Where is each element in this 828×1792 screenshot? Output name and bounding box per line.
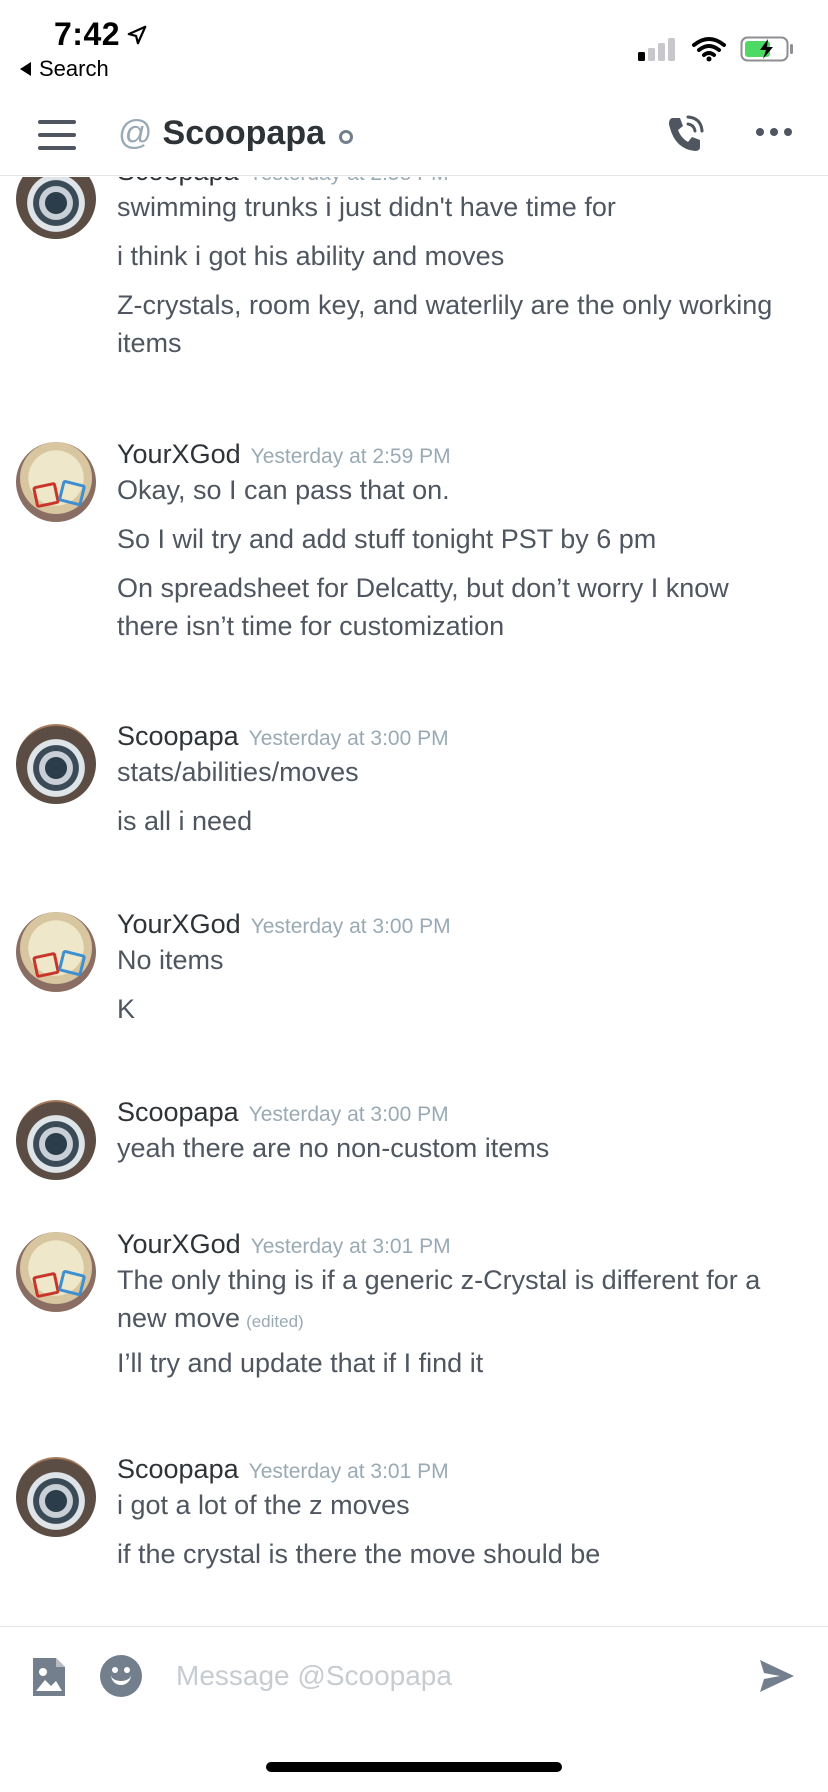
start-call-button[interactable] [664, 112, 708, 156]
message-text: Okay, so I can pass that on. [117, 475, 450, 505]
message-composer [0, 1626, 828, 1724]
message-list[interactable]: Scoopapa Yesterday at 2:58 PM swimming t… [0, 177, 828, 1625]
offline-status-icon [339, 129, 353, 144]
message-text: K [117, 994, 136, 1024]
author-name[interactable]: Scoopapa [117, 177, 239, 187]
author-name[interactable]: YourXGod [117, 439, 241, 470]
message-text: is all i need [117, 806, 253, 836]
scoopapa-avatar[interactable] [16, 724, 96, 804]
message-timestamp: Yesterday at 3:00 PM [248, 1103, 449, 1126]
togepi-avatar[interactable] [16, 912, 96, 992]
togepi-avatar[interactable] [16, 1232, 96, 1312]
at-icon: @ [118, 114, 153, 152]
message-text: On spreadsheet for Delcatty, but don’t w… [117, 573, 729, 641]
message-header: Scoopapa Yesterday at 3:00 PM [117, 721, 449, 752]
clock-time: 7:42 [54, 16, 121, 52]
menu-button[interactable] [38, 120, 76, 150]
dm-title: @ Scoopapa [118, 114, 353, 153]
back-to-search-label: Search [39, 56, 109, 81]
message-text: stats/abilities/moves [117, 757, 359, 787]
message-timestamp: Yesterday at 2:59 PM [250, 445, 451, 468]
message-text: No items [117, 945, 224, 975]
hamburger-bar [38, 133, 76, 137]
message-text: swimming trunks i just didn't have time … [117, 192, 616, 222]
back-triangle-icon [20, 62, 31, 76]
cellular-signal-icon [638, 38, 675, 61]
message-text: So I wil try and add stuff tonight PST b… [117, 524, 657, 554]
message-text: The only thing is if a generic z-Crystal… [117, 1261, 797, 1341]
author-name[interactable]: Scoopapa [117, 1454, 239, 1485]
message-header: Scoopapa Yesterday at 3:01 PM [117, 1454, 449, 1485]
message-header: Scoopapa Yesterday at 2:58 PM [117, 177, 449, 187]
message-text: I’ll try and update that if I find it [117, 1348, 484, 1378]
author-name[interactable]: Scoopapa [117, 1097, 239, 1128]
chat-header: @ Scoopapa [0, 100, 828, 176]
smile-icon [111, 1675, 131, 1685]
togepi-avatar[interactable] [16, 442, 96, 522]
message-text-content: The only thing is if a generic z-Crystal… [117, 1265, 761, 1333]
message-text: Z-crystals, room key, and waterlily are … [117, 290, 773, 358]
location-arrow-icon [127, 25, 147, 44]
author-name[interactable]: YourXGod [117, 1229, 241, 1260]
send-button[interactable] [758, 1657, 796, 1695]
channel-name: Scoopapa [162, 114, 325, 152]
more-dot [770, 128, 778, 136]
scoopapa-avatar[interactable] [16, 1100, 96, 1180]
scoopapa-avatar[interactable] [16, 177, 96, 239]
message-text: i think i got his ability and moves [117, 241, 505, 271]
message-input[interactable] [176, 1649, 736, 1703]
edited-label: (edited) [246, 1312, 304, 1331]
message-timestamp: Yesterday at 3:00 PM [248, 727, 449, 750]
author-name[interactable]: Scoopapa [117, 721, 239, 752]
back-to-search-link[interactable]: Search [20, 56, 109, 82]
emoji-button[interactable] [100, 1655, 142, 1697]
author-name[interactable]: YourXGod [117, 909, 241, 940]
status-bar: 7:42 Search [0, 0, 828, 100]
message-text: i got a lot of the z moves [117, 1490, 410, 1520]
battery-charging-icon [740, 36, 793, 62]
wifi-icon [692, 37, 726, 62]
clock: 7:42 [54, 16, 148, 53]
message-header: YourXGod Yesterday at 3:00 PM [117, 909, 451, 940]
home-indicator[interactable] [266, 1762, 562, 1772]
message-text: if the crystal is there the move should … [117, 1539, 601, 1569]
message-header: Scoopapa Yesterday at 3:00 PM [117, 1097, 449, 1128]
image-upload-button[interactable] [30, 1655, 68, 1699]
message-timestamp: Yesterday at 3:01 PM [248, 1460, 449, 1483]
message-timestamp: Yesterday at 2:58 PM [249, 177, 449, 186]
message-timestamp: Yesterday at 3:00 PM [250, 915, 451, 938]
hamburger-bar [38, 146, 76, 150]
more-dot [756, 128, 764, 136]
message-text: yeah there are no non-custom items [117, 1133, 550, 1163]
more-dot [784, 128, 792, 136]
scoopapa-avatar[interactable] [16, 1457, 96, 1537]
more-options-button[interactable] [756, 128, 792, 136]
message-header: YourXGod Yesterday at 2:59 PM [117, 439, 451, 470]
hamburger-bar [38, 120, 76, 124]
message-header: YourXGod Yesterday at 3:01 PM [117, 1229, 451, 1260]
system-icons [638, 36, 794, 62]
message-timestamp: Yesterday at 3:01 PM [250, 1235, 451, 1258]
